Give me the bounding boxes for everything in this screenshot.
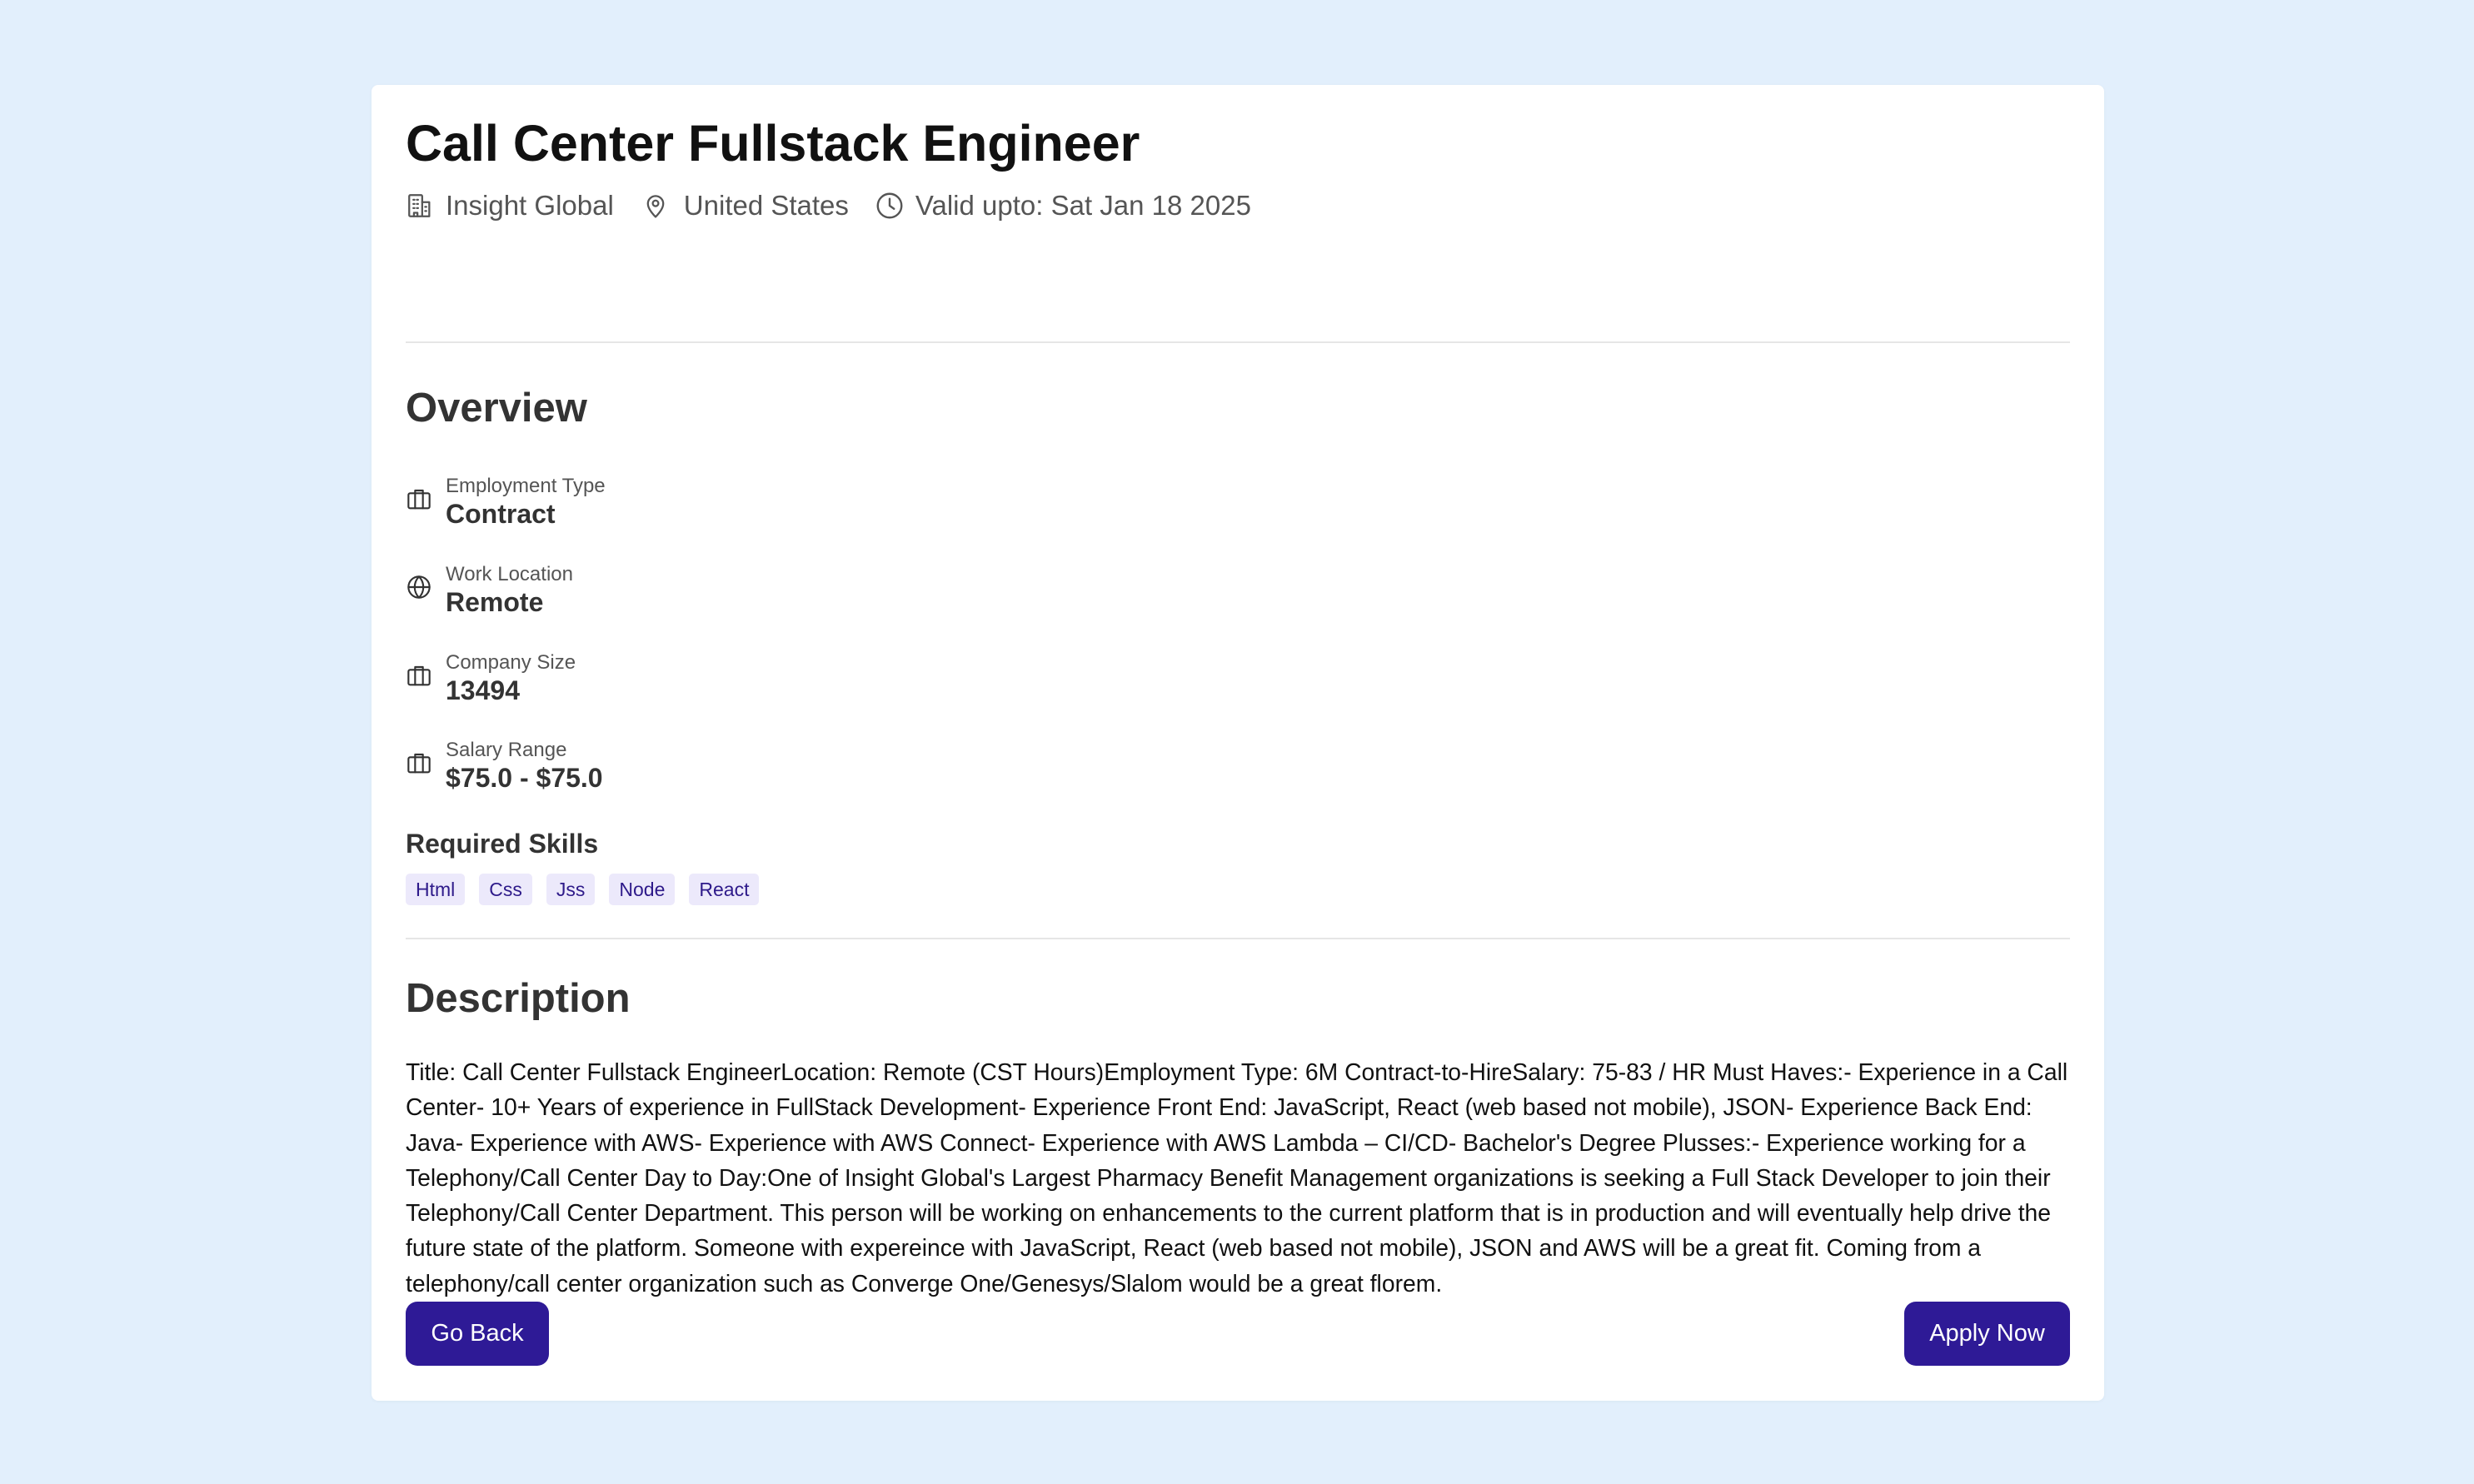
clock-icon xyxy=(876,192,903,219)
job-meta: Insight Global United States Valid upto:… xyxy=(406,185,1251,227)
job-detail-content: Call Center Fullstack Engineer Insight G… xyxy=(406,85,2070,1401)
apply-now-button[interactable]: Apply Now xyxy=(1904,1302,2070,1366)
overview-heading: Overview xyxy=(406,386,587,431)
location-meta: United States xyxy=(641,190,849,222)
skill-tag: React xyxy=(689,874,760,905)
company-name: Insight Global xyxy=(446,190,614,221)
job-description: Title: Call Center Fullstack EngineerLoc… xyxy=(406,1058,2068,1297)
building-icon xyxy=(408,194,431,217)
overview-divider xyxy=(406,938,2070,939)
job-detail-card: Call Center Fullstack Engineer Insight G… xyxy=(372,85,2104,1401)
map-pin-icon xyxy=(646,195,665,218)
briefcase-icon xyxy=(407,489,431,510)
employment-type-label: Employment Type xyxy=(446,475,606,497)
overview-employment-type: Employment Type Contract xyxy=(406,474,1072,540)
required-skills-heading: Required Skills xyxy=(406,829,599,859)
overview-company-size: Company Size 13494 xyxy=(406,650,1072,717)
company-size-label: Company Size xyxy=(446,651,576,674)
company-size-value: 13494 xyxy=(446,675,520,705)
salary-range-value: $75.0 - $75.0 xyxy=(446,763,603,793)
company-meta: Insight Global xyxy=(406,190,614,222)
skill-tag: Jss xyxy=(546,874,596,905)
skills-list: Html Css Jss Node React xyxy=(406,874,760,905)
skill-tag: Html xyxy=(406,874,466,905)
go-back-button[interactable]: Go Back xyxy=(406,1302,549,1366)
work-location-value: Remote xyxy=(446,587,544,617)
briefcase-icon xyxy=(407,753,431,774)
job-location: United States xyxy=(683,190,849,221)
overview-work-location: Work Location Remote xyxy=(406,562,1072,629)
skill-tag: Css xyxy=(479,874,532,905)
valid-until-meta: Valid upto: Sat Jan 18 2025 xyxy=(875,190,1251,222)
overview-salary-range: Salary Range $75.0 - $75.0 xyxy=(406,738,1072,804)
job-title: Call Center Fullstack Engineer xyxy=(406,115,1140,172)
work-location-label: Work Location xyxy=(446,563,573,585)
skill-tag: Node xyxy=(609,874,676,905)
header-divider xyxy=(406,341,2070,343)
globe-icon xyxy=(407,575,431,599)
valid-until: Valid upto: Sat Jan 18 2025 xyxy=(915,190,1251,221)
salary-range-label: Salary Range xyxy=(446,739,567,761)
description-heading: Description xyxy=(406,976,631,1021)
briefcase-icon xyxy=(407,665,431,686)
employment-type-value: Contract xyxy=(446,499,556,529)
